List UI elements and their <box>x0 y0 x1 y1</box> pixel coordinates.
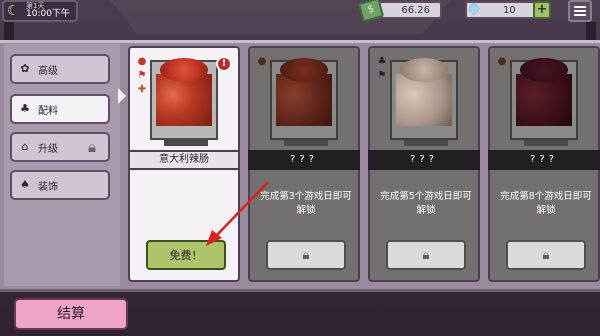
background-post <box>586 22 596 40</box>
topping-bin-image <box>150 58 218 146</box>
gear-icon: ✿ <box>20 62 30 75</box>
tab-label: 升级 <box>38 143 58 155</box>
money-counter: $ 66.26 <box>357 0 442 23</box>
alert-icon: ! <box>216 56 232 72</box>
background-post <box>4 22 14 40</box>
topping-pile <box>280 58 328 82</box>
topping-pile <box>520 58 568 82</box>
diamond-icon: ♦ <box>466 0 482 20</box>
tab-label: 高级 <box>38 65 58 77</box>
house-icon: ⌂ <box>21 140 29 153</box>
topping-pile <box>400 58 448 82</box>
checkout-button[interactable]: 结算 <box>14 298 128 330</box>
mushroom-tag-icon: ♣ <box>377 56 387 67</box>
bin-stand <box>164 140 208 146</box>
topping-name: 意大利辣肠 <box>128 150 240 170</box>
bin-stand <box>284 140 328 146</box>
topping-bin-image <box>510 58 578 146</box>
topping-name: ??? <box>488 150 600 170</box>
tab-toppings[interactable]: ♣ 配料 <box>10 94 110 124</box>
locked-button: 🔒︎ <box>266 240 346 270</box>
topping-bin-image <box>270 58 338 146</box>
tab-upgrades[interactable]: ⌂ 升级 🔒︎ <box>10 132 110 162</box>
gem-value: 10 <box>503 4 516 16</box>
flag-tag-icon: ⚑ <box>377 70 387 81</box>
mushroom-icon: ♣ <box>20 102 30 115</box>
bin-stand <box>404 140 448 146</box>
locked-button: 🔒︎ <box>386 240 466 270</box>
tab-label: 装饰 <box>38 181 58 193</box>
card-tag-icons: ● ⚑ ✚ <box>136 56 148 96</box>
add-gems-button[interactable]: + <box>533 1 551 19</box>
unlock-requirement: 完成第3个游戏日即可解锁 <box>260 191 352 216</box>
topping-name: ??? <box>368 150 480 170</box>
card-tag-icons: ♣ ⚑ <box>376 56 388 82</box>
card-tag-icons: ● <box>496 56 508 68</box>
clock-time: 10:00下午 <box>26 9 70 19</box>
plant-icon: ♠ <box>20 178 30 191</box>
pepperoni-tag-icon: ● <box>137 56 147 67</box>
day-time-badge: ☾ 第1天 10:00下午 <box>2 0 78 22</box>
topping-name: ??? <box>248 150 360 170</box>
topping-card-locked: ♣ ⚑ ??? 完成第5个游戏日即可解锁 🔒︎ <box>368 46 480 282</box>
topping-card-locked: ● ??? 完成第3个游戏日即可解锁 🔒︎ <box>248 46 360 282</box>
tab-label: 配料 <box>38 105 58 117</box>
moon-icon: ☾ <box>7 3 20 19</box>
tab-decorations[interactable]: ♠ 装饰 <box>10 170 110 200</box>
menu-line-icon <box>574 14 586 16</box>
unlock-requirement: 完成第5个游戏日即可解锁 <box>380 191 472 216</box>
bin-stand <box>524 140 568 146</box>
topping-card-locked: ● ??? 完成第8个游戏日即可解锁 🔒︎ <box>488 46 600 282</box>
locked-button: 🔒︎ <box>506 240 586 270</box>
money-value: 66.26 <box>401 4 430 16</box>
lock-icon: 🔒︎ <box>422 247 430 263</box>
menu-line-icon <box>574 10 586 12</box>
menu-line-icon <box>574 6 586 8</box>
active-tab-pointer <box>118 88 126 104</box>
pepperoni-tag-icon: ● <box>257 56 267 67</box>
card-tag-icons: ● <box>256 56 268 68</box>
lock-icon: 🔒︎ <box>302 247 310 263</box>
buy-free-button[interactable]: 免费！ <box>146 240 226 270</box>
lock-icon: 🔒︎ <box>88 138 96 156</box>
topping-pile <box>160 58 208 82</box>
fruit-tag-icon: ● <box>497 56 507 67</box>
lock-icon: 🔒︎ <box>542 247 550 263</box>
bag-tag-icon: ✚ <box>137 84 147 95</box>
gem-counter: ♦ 10 + <box>465 0 551 20</box>
menu-button[interactable] <box>568 0 592 22</box>
flag-tag-icon: ⚑ <box>137 70 147 81</box>
tab-premium[interactable]: ✿ 高级 <box>10 54 110 84</box>
topping-card-pepperoni[interactable]: ● ⚑ ✚ ! 意大利辣肠 免费！ <box>128 46 240 282</box>
unlock-requirement: 完成第8个游戏日即可解锁 <box>500 191 592 216</box>
topping-bin-image <box>390 58 458 146</box>
